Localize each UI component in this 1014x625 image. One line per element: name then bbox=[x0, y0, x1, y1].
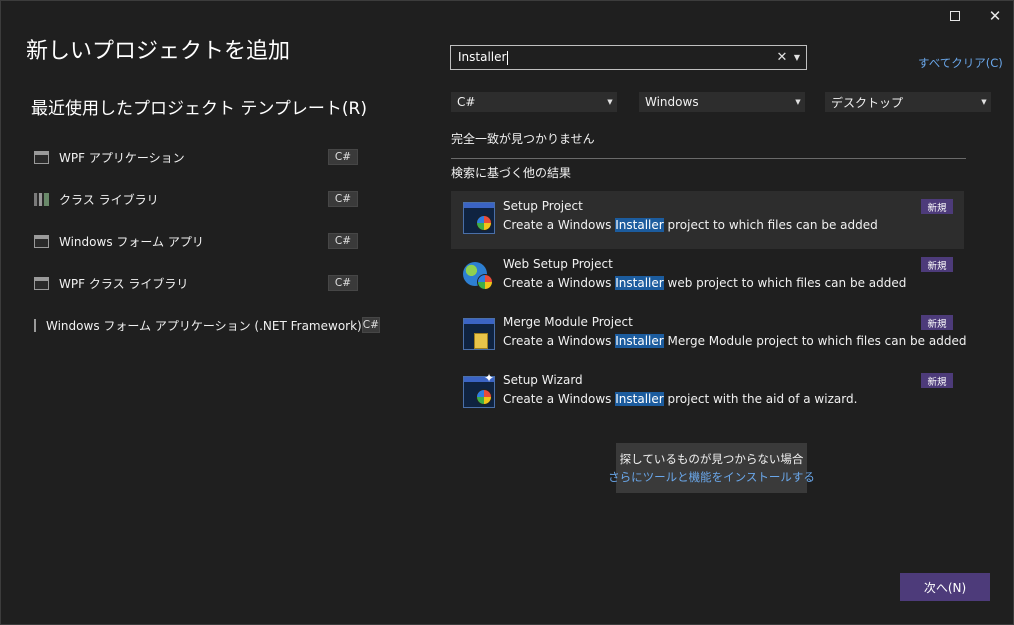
add-new-project-dialog: ✕ 新しいプロジェクトを追加 最近使用したプロジェクト テンプレート(R) WP… bbox=[0, 0, 1014, 625]
recent-item-label: WPF アプリケーション bbox=[59, 150, 185, 165]
other-results-heading: 検索に基づく他の結果 bbox=[451, 166, 572, 180]
result-name: Setup Project bbox=[503, 199, 583, 213]
sparkle-icon: ✦ bbox=[484, 371, 495, 385]
desc-text: web project to which files can be added bbox=[663, 276, 907, 290]
search-highlight: Installer bbox=[615, 334, 664, 348]
language-badge: C# bbox=[361, 317, 380, 333]
language-badge: C# bbox=[328, 275, 358, 291]
search-highlight: Installer bbox=[615, 218, 664, 232]
result-merge-module-project[interactable]: Merge Module Project Create a Windows In… bbox=[451, 307, 966, 365]
desc-text: project with the aid of a wizard. bbox=[663, 392, 858, 406]
desc-text: Merge Module project to which files can … bbox=[663, 334, 967, 348]
language-filter[interactable]: C# ▼ bbox=[451, 92, 617, 112]
platform-filter[interactable]: Windows ▼ bbox=[639, 92, 805, 112]
result-name: Merge Module Project bbox=[503, 315, 633, 329]
result-setup-wizard[interactable]: ✦ Setup Wizard Create a Windows Installe… bbox=[451, 365, 964, 423]
installer-disc-icon bbox=[477, 274, 493, 290]
maximize-button[interactable] bbox=[943, 5, 967, 27]
window-app-icon bbox=[34, 150, 49, 164]
recent-item-label: WPF クラス ライブラリ bbox=[59, 276, 189, 291]
project-type-filter[interactable]: デスクトップ ▼ bbox=[825, 92, 991, 112]
result-description: Create a Windows Installer Merge Module … bbox=[503, 334, 966, 348]
recent-item-label: クラス ライブラリ bbox=[59, 192, 159, 207]
search-input[interactable]: Installer bbox=[451, 50, 774, 65]
web-setup-project-icon bbox=[463, 260, 495, 292]
window-app-icon bbox=[34, 318, 36, 332]
desc-text: Create a Windows bbox=[503, 334, 616, 348]
platform-filter-value: Windows bbox=[645, 95, 699, 109]
recent-item-class-library[interactable]: クラス ライブラリ C# bbox=[31, 186, 358, 212]
search-history-dropdown-icon[interactable]: ▼ bbox=[790, 53, 804, 62]
setup-wizard-icon: ✦ bbox=[463, 371, 495, 408]
text-caret bbox=[507, 50, 509, 65]
language-filter-value: C# bbox=[457, 95, 476, 109]
not-found-hint: 探しているものが見つからない場合 bbox=[619, 452, 804, 466]
recent-item-wpf-app[interactable]: WPF アプリケーション C# bbox=[31, 144, 358, 170]
new-badge: 新規 bbox=[921, 199, 953, 214]
result-description: Create a Windows Installer project with … bbox=[503, 392, 857, 406]
next-button[interactable]: 次へ(N) bbox=[900, 573, 990, 601]
no-exact-match-message: 完全一致が見つかりません bbox=[451, 132, 595, 146]
setup-project-icon bbox=[463, 202, 495, 234]
new-badge: 新規 bbox=[921, 315, 953, 330]
new-badge: 新規 bbox=[921, 373, 953, 388]
close-icon: ✕ bbox=[988, 7, 1002, 25]
language-badge: C# bbox=[328, 191, 358, 207]
more-tools-panel: 探しているものが見つからない場合 さらにツールと機能をインストールする bbox=[608, 443, 815, 493]
desc-text: Create a Windows bbox=[503, 218, 616, 232]
recent-item-label: Windows フォーム アプリケーション (.NET Framework) bbox=[46, 318, 362, 333]
recent-item-winforms-netfx[interactable]: Windows フォーム アプリケーション (.NET Framework) C… bbox=[31, 312, 380, 338]
result-setup-project[interactable]: Setup Project Create a Windows Installer… bbox=[451, 191, 964, 249]
chevron-down-icon: ▼ bbox=[795, 98, 801, 106]
clear-search-icon[interactable]: ✕ bbox=[774, 50, 790, 65]
new-badge: 新規 bbox=[921, 257, 953, 272]
divider bbox=[451, 158, 966, 159]
close-button[interactable]: ✕ bbox=[983, 5, 1007, 27]
merge-module-project-icon bbox=[463, 318, 495, 350]
class-library-icon bbox=[34, 192, 49, 206]
result-name: Setup Wizard bbox=[503, 373, 583, 387]
chevron-down-icon: ▼ bbox=[981, 98, 987, 106]
result-name: Web Setup Project bbox=[503, 257, 613, 271]
search-highlight: Installer bbox=[615, 276, 664, 290]
language-badge: C# bbox=[328, 233, 358, 249]
recent-item-label: Windows フォーム アプリ bbox=[59, 234, 204, 249]
result-description: Create a Windows Installer web project t… bbox=[503, 276, 906, 290]
chevron-down-icon: ▼ bbox=[607, 98, 613, 106]
search-input-value: Installer bbox=[458, 50, 507, 65]
result-description: Create a Windows Installer project to wh… bbox=[503, 218, 878, 232]
window-app-icon bbox=[34, 234, 49, 248]
language-badge: C# bbox=[328, 149, 358, 165]
install-more-tools-link[interactable]: さらにツールと機能をインストールする bbox=[608, 469, 815, 485]
search-highlight: Installer bbox=[615, 392, 664, 406]
recent-templates-heading: 最近使用したプロジェクト テンプレート(R) bbox=[31, 99, 367, 119]
template-search-box[interactable]: Installer ✕ ▼ bbox=[450, 45, 807, 70]
desc-text: Create a Windows bbox=[503, 276, 616, 290]
desc-text: Create a Windows bbox=[503, 392, 616, 406]
installer-disc-icon bbox=[476, 389, 492, 405]
desc-text: project to which files can be added bbox=[663, 218, 878, 232]
maximize-icon bbox=[950, 11, 960, 21]
installer-disc-icon bbox=[476, 215, 492, 231]
module-document-icon bbox=[474, 333, 488, 349]
dialog-title: 新しいプロジェクトを追加 bbox=[26, 39, 291, 64]
recent-item-winforms-app[interactable]: Windows フォーム アプリ C# bbox=[31, 228, 358, 254]
recent-item-wpf-class-library[interactable]: WPF クラス ライブラリ C# bbox=[31, 270, 358, 296]
project-type-filter-value: デスクトップ bbox=[831, 95, 904, 110]
result-web-setup-project[interactable]: Web Setup Project Create a Windows Insta… bbox=[451, 249, 964, 307]
window-app-icon bbox=[34, 276, 49, 290]
clear-all-link[interactable]: すべてクリア(C) bbox=[918, 55, 1003, 71]
